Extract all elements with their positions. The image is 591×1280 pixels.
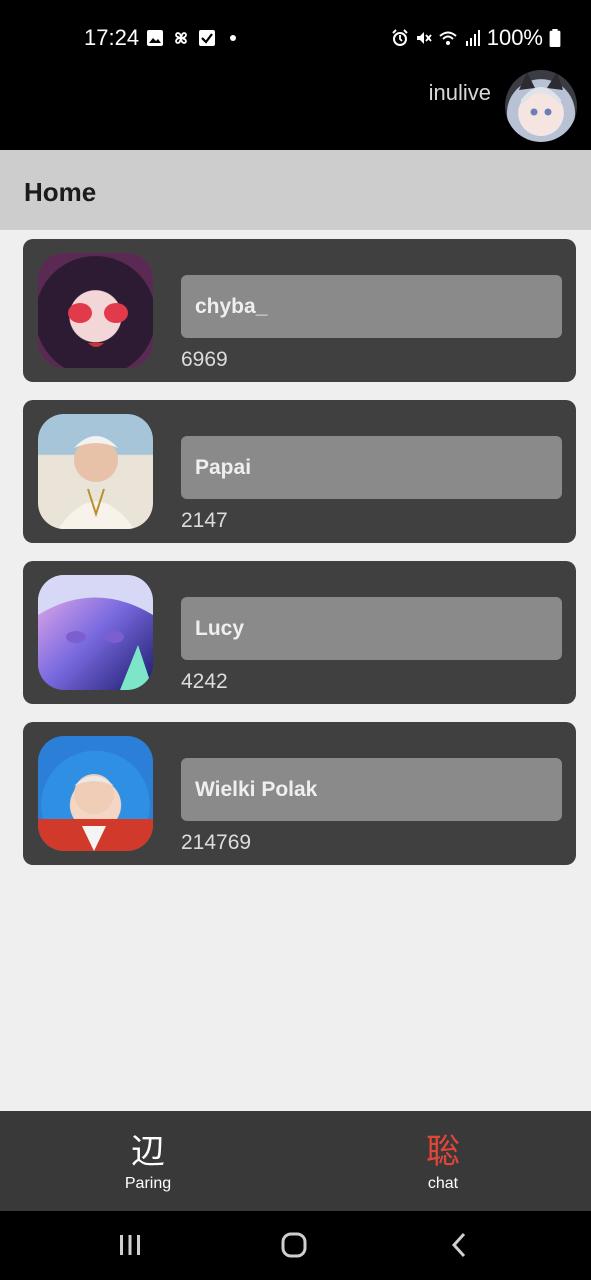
chat-icon: 聡 [426,1133,460,1171]
bottom-navigation: 辺 Paring 聡 chat [0,1111,591,1211]
pope-portrait-icon [74,774,114,851]
signal-icon [465,30,480,46]
nav-label-paring: Paring [124,1175,172,1192]
system-status-icons: 100% [391,25,561,51]
profile-image-anime-girl [38,253,153,368]
page-header: Home [0,150,591,230]
user-list: chyba_ 6969 Papai 2147 Lucy 4242 Wielki … [23,239,576,883]
card-score: 6969 [181,348,228,371]
card-score: 214769 [181,831,252,854]
paring-icon: 辺 [131,1133,165,1171]
anime-avatar-icon [519,72,563,132]
nav-item-paring[interactable]: 辺 Paring [78,1133,218,1193]
gallery-icon [147,30,163,46]
list-item[interactable]: Lucy 4242 [23,561,576,704]
username: inulive [428,80,491,105]
list-item[interactable]: chyba_ 6969 [23,239,576,382]
profile-image-pope [38,414,153,529]
pinwheel-icon [175,32,187,44]
profile-image-lucy [38,575,153,690]
status-bar: 17:24 100% [0,0,591,76]
nav-item-chat[interactable]: 聡 chat [373,1133,513,1193]
card-score: 2147 [181,509,228,532]
profile-image-polak [38,736,153,851]
card-name: Papai [181,436,562,499]
checkbox-icon [199,30,215,46]
anime-face-icon [68,303,128,347]
card-name: Wielki Polak [181,758,562,821]
app-bar: inulive [0,70,591,150]
home-icon[interactable] [278,1229,310,1261]
pope-portrait-icon [58,436,134,529]
status-time: 17:24 [84,25,140,50]
mute-icon [416,32,432,44]
card-name: chyba_ [181,275,562,338]
nav-label-chat: chat [427,1175,459,1192]
notification-icons [146,29,242,47]
card-score: 4242 [181,670,228,693]
battery-icon [549,29,561,47]
battery-percent: 100% [486,25,543,50]
system-navigation-bar [0,1211,591,1280]
card-name: Lucy [181,597,562,660]
wifi-icon [439,31,457,45]
page-title: Home [24,177,97,207]
dot-icon [230,35,236,41]
user-avatar[interactable] [505,70,577,142]
back-icon[interactable] [444,1229,476,1261]
list-item[interactable]: Papai 2147 [23,400,576,543]
list-item[interactable]: Wielki Polak 214769 [23,722,576,865]
recent-apps-icon[interactable] [114,1229,146,1261]
alarm-icon [392,29,408,46]
anime-character-icon [38,575,153,690]
